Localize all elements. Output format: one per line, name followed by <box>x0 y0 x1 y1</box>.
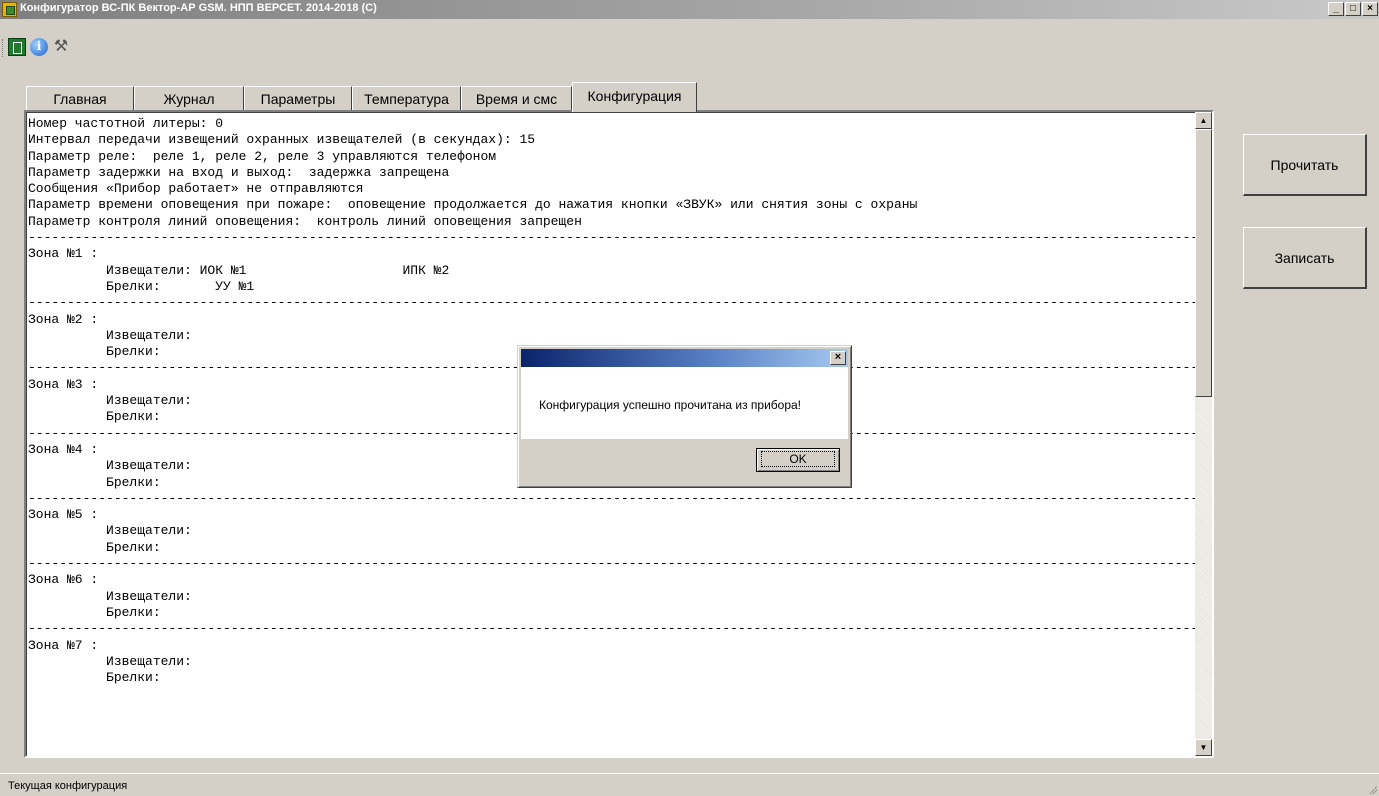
scroll-down-icon[interactable]: ▼ <box>1195 739 1212 756</box>
read-button[interactable]: Прочитать <box>1243 134 1367 196</box>
dialog-ok-button[interactable]: OK <box>756 448 840 472</box>
scroll-thumb[interactable] <box>1195 129 1212 397</box>
tools-icon[interactable]: ⚒ <box>52 38 70 56</box>
tab-journal[interactable]: Журнал <box>134 86 244 110</box>
window-controls: _ □ × <box>1328 2 1378 16</box>
close-button[interactable]: × <box>1362 2 1378 16</box>
window-title: Конфигуратор ВС-ПК Вектор-АР GSM. НПП ВЕ… <box>20 2 377 14</box>
tab-configuration[interactable]: Конфигурация <box>572 82 697 112</box>
tab-time-sms[interactable]: Время и смс <box>461 86 572 110</box>
app-icon <box>2 2 17 17</box>
dialog-ok-label: OK <box>761 451 835 467</box>
message-dialog: × Конфигурация успешно прочитана из приб… <box>517 345 852 488</box>
scroll-up-icon[interactable]: ▲ <box>1195 112 1212 129</box>
minimize-button[interactable]: _ <box>1328 2 1344 16</box>
write-button[interactable]: Записать <box>1243 227 1367 289</box>
resize-grip-icon[interactable] <box>1367 784 1377 794</box>
dialog-message: Конфигурация успешно прочитана из прибор… <box>539 398 802 412</box>
dialog-body: Конфигурация успешно прочитана из прибор… <box>521 367 848 439</box>
title-bar: Конфигуратор ВС-ПК Вектор-АР GSM. НПП ВЕ… <box>0 0 1379 19</box>
tab-temperature[interactable]: Температура <box>352 86 461 110</box>
status-text: Текущая конфигурация <box>8 780 128 792</box>
tab-main[interactable]: Главная <box>26 86 134 110</box>
maximize-button[interactable]: □ <box>1345 2 1361 16</box>
vertical-scrollbar[interactable]: ▲ ▼ <box>1195 112 1212 756</box>
status-bar: Текущая конфигурация <box>0 773 1379 796</box>
tab-parameters[interactable]: Параметры <box>244 86 352 110</box>
exit-icon[interactable] <box>8 38 26 56</box>
dialog-close-button[interactable]: × <box>830 351 846 365</box>
toolbar: ⚒ <box>2 37 70 57</box>
info-icon[interactable] <box>30 38 48 56</box>
dialog-title-bar: × <box>521 349 848 367</box>
